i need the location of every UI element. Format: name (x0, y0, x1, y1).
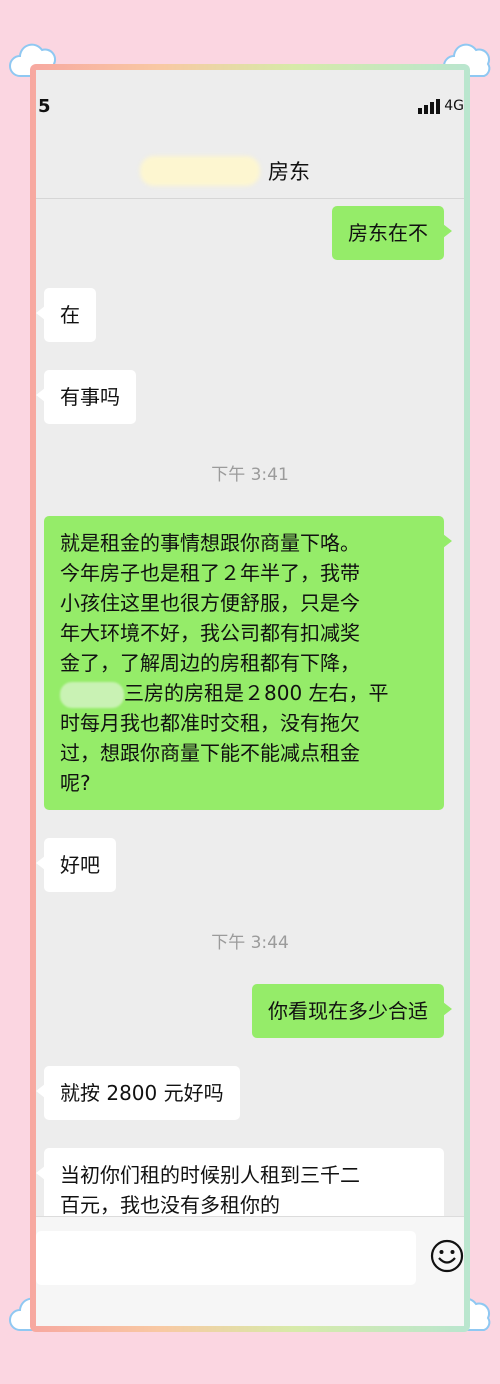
status-bar: 5 4G (36, 70, 464, 142)
message-text: 房东在不 (348, 221, 428, 245)
redacted-name (140, 156, 260, 186)
message-bubble[interactable]: 有事吗 (36, 370, 136, 424)
message-bubble[interactable]: 房东在不 (332, 206, 452, 260)
message-bubble[interactable]: 好吧 (36, 838, 116, 892)
message-text: 在 (60, 303, 80, 327)
message-text: 有事吗 (60, 385, 120, 409)
redacted-text (60, 681, 124, 708)
message-line: 当初你们租的时候别人租到三千二 (60, 1163, 360, 1187)
message-bubble[interactable]: 在 (36, 288, 96, 342)
chat-title: 房东 (268, 160, 310, 184)
chat-screen: 5 4G 房东 房东在不 在 有事吗 下午 3:41 就是租金的事情想跟你商量下… (36, 70, 464, 1326)
message-bubble[interactable]: 就是租金的事情想跟你商量下咯。 今年房子也是租了２年半了，我带 小孩住这里也很方… (44, 516, 452, 810)
message-list: 房东在不 在 有事吗 下午 3:41 就是租金的事情想跟你商量下咯。 今年房子也… (36, 198, 464, 1232)
message-line: 金了，了解周边的房租都有下降， (60, 651, 360, 675)
status-time: 5 (38, 96, 51, 117)
message-bubble[interactable]: 你看现在多少合适 (252, 984, 452, 1038)
message-bubble[interactable]: 就按 2800 元好吗 (36, 1066, 240, 1120)
message-text: 就按 2800 元好吗 (60, 1081, 224, 1105)
timestamp: 下午 3:44 (211, 933, 289, 953)
message-line: 今年房子也是租了２年半了，我带 (60, 561, 360, 585)
message-line: 年大环境不好，我公司都有扣减奖 (60, 621, 360, 645)
message-line-with-redaction: 三房的房租是２800 左右，平 (60, 678, 428, 708)
status-right: 4G (418, 98, 464, 114)
signal-icon (418, 99, 441, 114)
message-line: 时每月我也都准时交租，没有拖欠 (60, 711, 360, 735)
message-line: 就是租金的事情想跟你商量下咯。 (60, 531, 360, 555)
smiley-icon[interactable] (430, 1239, 464, 1273)
message-line: 呢? (60, 771, 91, 795)
network-label: 4G (444, 98, 464, 114)
timestamp: 下午 3:41 (211, 465, 289, 485)
message-line: 过，想跟你商量下能不能减点租金 (60, 741, 360, 765)
phone-frame: 5 4G 房东 房东在不 在 有事吗 下午 3:41 就是租金的事情想跟你商量下… (30, 64, 470, 1332)
message-line: 小孩住这里也很方便舒服，只是今 (60, 591, 360, 615)
message-input[interactable] (36, 1231, 416, 1285)
message-text: 好吧 (60, 853, 100, 877)
message-line: 三房的房租是２800 左右，平 (124, 681, 389, 705)
input-bar (36, 1216, 464, 1326)
chat-header: 房东 (36, 142, 464, 199)
message-text: 你看现在多少合适 (268, 999, 428, 1023)
